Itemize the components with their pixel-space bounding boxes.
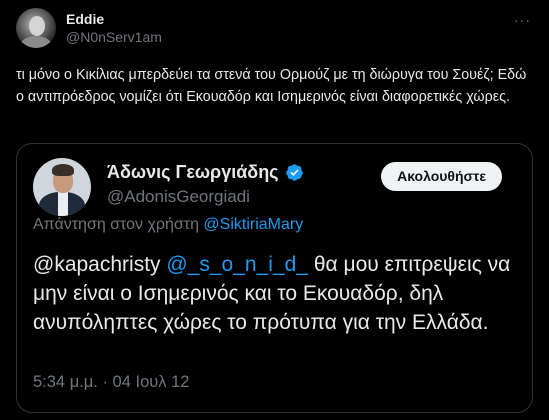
quoted-text: @kapachristy @_s_o_n_i_d_ θα μου επιτρεψ…	[33, 250, 523, 337]
author-block: Eddie @N0nServ1am	[66, 8, 162, 46]
avatar-shoulders	[20, 36, 52, 48]
reply-to-mention[interactable]: @SiktiriaMary	[203, 216, 303, 233]
author-display-name[interactable]: Eddie	[66, 10, 162, 28]
quoted-avatar[interactable]	[33, 158, 91, 216]
follow-button[interactable]: Ακολουθήστε	[381, 162, 502, 191]
quoted-avatar-shirt	[58, 192, 68, 216]
quoted-name-row: Άδωνις Γεωργιάδης	[107, 160, 304, 184]
author-handle[interactable]: @N0nServ1am	[66, 28, 162, 46]
tweet-header: Eddie @N0nServ1am	[16, 8, 533, 52]
quoted-timestamp[interactable]: 5:34 μ.μ. · 04 Ιουλ 12	[33, 373, 189, 392]
quoted-handle[interactable]: @AdonisGeorgiadi	[107, 187, 304, 207]
quoted-display-name[interactable]: Άδωνις Γεωργιάδης	[107, 162, 279, 183]
tweet-text: τι μόνο ο Κικίλιας μπερδεύει τα στενά το…	[16, 67, 527, 105]
tweet: Eddie @N0nServ1am ··· τι μόνο ο Κικίλιας…	[0, 0, 549, 420]
quoted-header: Άδωνις Γεωργιάδης @AdonisGeorgiadi	[33, 158, 304, 216]
reply-to-prefix: Απάντηση στον χρήστη	[33, 216, 204, 233]
avatar[interactable]	[16, 8, 56, 48]
verified-badge-icon	[285, 163, 303, 181]
quoted-tweet[interactable]: Άδωνις Γεωργιάδης @AdonisGeorgiadi Ακολο…	[16, 143, 533, 413]
avatar-face	[29, 16, 45, 36]
quoted-mention-2[interactable]: @_s_o_n_i_d_	[166, 253, 308, 276]
reply-to-line: Απάντηση στον χρήστη @SiktiriaMary	[33, 216, 303, 234]
quoted-mention-1[interactable]: @kapachristy	[33, 253, 161, 276]
quoted-author-block: Άδωνις Γεωργιάδης @AdonisGeorgiadi	[107, 158, 304, 207]
quoted-avatar-hair	[52, 164, 74, 176]
more-options-icon[interactable]: ···	[514, 12, 531, 28]
